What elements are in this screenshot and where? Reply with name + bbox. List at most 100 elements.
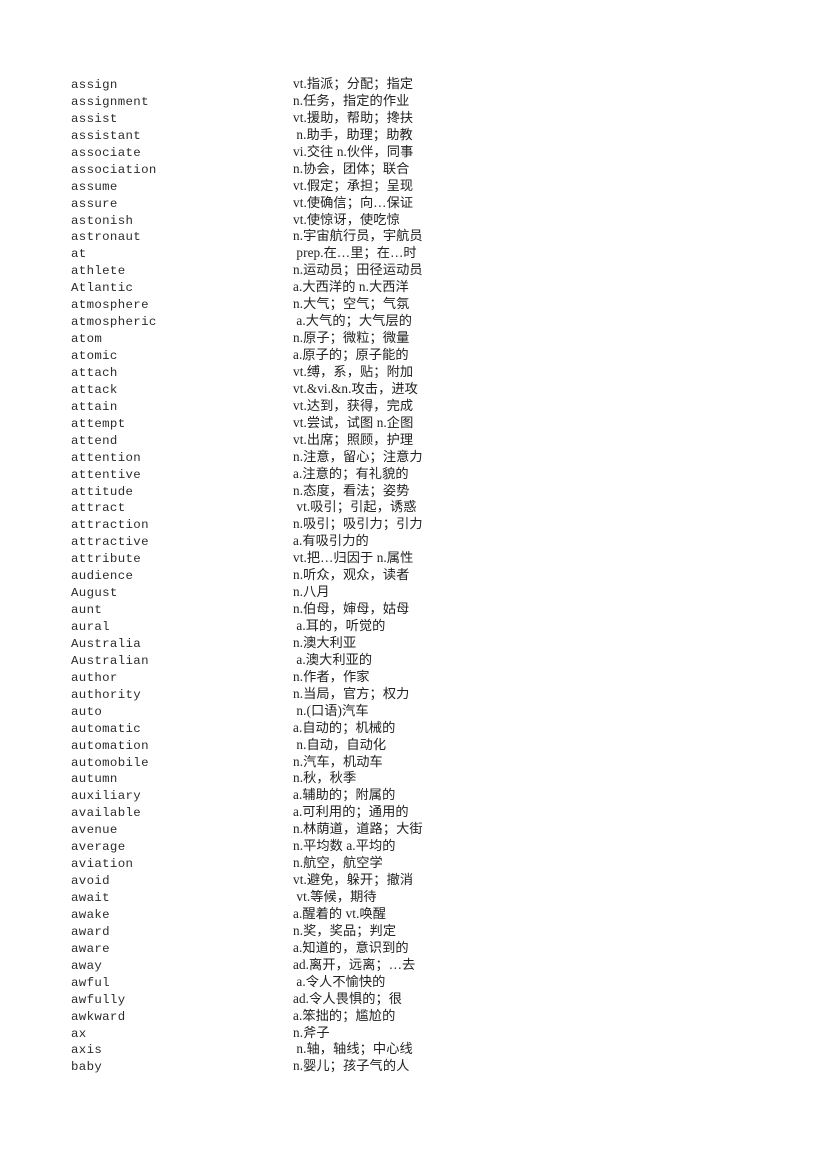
vocabulary-term: attain <box>71 399 118 414</box>
vocabulary-definition: n.轴，轴线；中心线 <box>293 1041 413 1057</box>
vocabulary-term: August <box>71 586 118 601</box>
vocabulary-entry-row: at prep.在…里；在…时 <box>71 245 491 262</box>
vocabulary-definition: a.可利用的；通用的 <box>293 804 409 820</box>
vocabulary-definition: vt.&vi.&n.攻击，进攻 <box>293 380 418 396</box>
vocabulary-entry-row: aviation n.航空，航空学 <box>71 855 491 872</box>
vocabulary-term: attract <box>71 501 126 516</box>
vocabulary-entry-row: baby n.婴儿；孩子气的人 <box>71 1058 491 1075</box>
vocabulary-term: atomic <box>71 349 118 363</box>
vocabulary-list: assign vt.指派；分配；指定 assignment n.任务，指定的作业 ass… <box>71 76 491 1075</box>
vocabulary-entry-row: atom n.原子；微粒；微量 <box>71 330 491 347</box>
vocabulary-entry-row: avoid vt.避免，躲开；撤消 <box>71 872 491 889</box>
vocabulary-entry-row: assume vt.假定；承担；呈现 <box>71 178 491 195</box>
vocabulary-definition: n.澳大利亚 <box>293 634 357 650</box>
vocabulary-term: athlete <box>71 264 126 279</box>
vocabulary-definition: n.自动，自动化 <box>293 736 387 752</box>
vocabulary-definition: n.任务，指定的作业 <box>293 92 410 108</box>
vocabulary-term: auto <box>71 704 103 719</box>
vocabulary-term: astronaut <box>71 230 142 245</box>
vocabulary-definition: a.自动的；机械的 <box>293 719 396 735</box>
vocabulary-definition: a.大西洋的 n.大西洋 <box>293 279 409 295</box>
vocabulary-entry-row: automobile n.汽车，机动车 <box>71 754 491 771</box>
vocabulary-definition: n.(口语)汽车 <box>293 702 369 718</box>
vocabulary-term: assign <box>71 78 118 92</box>
vocabulary-entry-row: aunt n.伯母，婶母，姑母 <box>71 601 491 618</box>
vocabulary-definition: n.协会，团体；联合 <box>293 160 410 176</box>
vocabulary-term: aviation <box>71 857 134 872</box>
vocabulary-entry-row: associate vi.交往 n.伙伴，同事 <box>71 144 491 161</box>
vocabulary-term: attribute <box>71 552 142 567</box>
vocabulary-definition: n.伯母，婶母，姑母 <box>293 601 410 617</box>
vocabulary-term: avenue <box>71 823 118 838</box>
vocabulary-term: attack <box>71 382 118 397</box>
vocabulary-definition: vi.交往 n.伙伴，同事 <box>293 143 414 159</box>
vocabulary-term: attach <box>71 365 118 380</box>
vocabulary-definition: n.秋，秋季 <box>293 770 357 786</box>
vocabulary-definition: vt.尝试，试图 n.企图 <box>293 414 414 430</box>
vocabulary-definition: n.吸引；吸引力；引力 <box>293 516 423 532</box>
vocabulary-term: automatic <box>71 721 142 736</box>
vocabulary-definition: n.助手，助理；助教 <box>293 126 413 142</box>
vocabulary-term: awake <box>71 907 110 922</box>
vocabulary-entry-row: attention n.注意，留心；注意力 <box>71 449 491 466</box>
vocabulary-term: atmosphere <box>71 298 149 313</box>
vocabulary-definition: a.澳大利亚的 <box>293 651 373 667</box>
vocabulary-entry-row: atomic a.原子的；原子能的 <box>71 347 491 364</box>
vocabulary-term: aunt <box>71 603 103 618</box>
vocabulary-term: award <box>71 924 110 939</box>
vocabulary-term: baby <box>71 1060 103 1075</box>
vocabulary-entry-row: ax n.斧子 <box>71 1025 491 1042</box>
vocabulary-definition: vt.等候，期待 <box>293 889 377 904</box>
vocabulary-entry-row: authority n.当局，官方；权力 <box>71 686 491 703</box>
vocabulary-definition: vt.吸引；引起，诱惑 <box>293 499 417 515</box>
vocabulary-entry-row: astronaut n.宇宙航行员，宇航员 <box>71 228 491 245</box>
vocabulary-term: assure <box>71 196 118 211</box>
vocabulary-term: assignment <box>71 94 149 109</box>
vocabulary-entry-row: awkward a.笨拙的；尴尬的 <box>71 1008 491 1025</box>
vocabulary-definition: n.原子；微粒；微量 <box>293 330 410 346</box>
vocabulary-term: ax <box>71 1026 87 1041</box>
vocabulary-entry-row: Atlantic a.大西洋的 n.大西洋 <box>71 279 491 296</box>
vocabulary-term: authority <box>71 687 142 702</box>
vocabulary-definition: prep.在…里；在…时 <box>293 245 417 261</box>
vocabulary-definition: n.婴儿；孩子气的人 <box>293 1058 410 1074</box>
vocabulary-definition: ad.令人畏惧的；很 <box>293 990 403 1006</box>
vocabulary-definition: vt.使惊讶，使吃惊 <box>293 211 400 227</box>
vocabulary-definition: vt.缚，系，贴；附加 <box>293 363 414 379</box>
vocabulary-term: automobile <box>71 755 149 770</box>
vocabulary-entry-row: attractive a.有吸引力的 <box>71 533 491 550</box>
vocabulary-term: aural <box>71 620 110 634</box>
vocabulary-entry-row: available a.可利用的；通用的 <box>71 804 491 821</box>
vocabulary-definition: n.林荫道，道路；大街 <box>293 821 423 837</box>
vocabulary-definition: n.大气；空气；气氛 <box>293 296 410 312</box>
vocabulary-entry-row: attempt vt.尝试，试图 n.企图 <box>71 415 491 432</box>
vocabulary-definition: a.令人不愉快的 <box>293 973 386 989</box>
vocabulary-definition: vt.避免，躲开；撤消 <box>293 872 414 888</box>
vocabulary-term: awkward <box>71 1009 126 1024</box>
vocabulary-definition: n.注意，留心；注意力 <box>293 448 423 464</box>
vocabulary-definition: a.笨拙的；尴尬的 <box>293 1007 396 1023</box>
vocabulary-term: atom <box>71 332 103 347</box>
vocabulary-definition: a.知道的，意识到的 <box>293 939 409 955</box>
vocabulary-term: aware <box>71 941 110 956</box>
vocabulary-definition: a.辅助的；附属的 <box>293 787 396 803</box>
vocabulary-entry-row: assignment n.任务，指定的作业 <box>71 93 491 110</box>
vocabulary-term: away <box>71 958 103 973</box>
vocabulary-term: await <box>71 891 110 905</box>
vocabulary-entry-row: avenue n.林荫道，道路；大街 <box>71 821 491 838</box>
vocabulary-term: attentive <box>71 467 142 482</box>
vocabulary-term: at <box>71 247 87 262</box>
vocabulary-entry-row: attain vt.达到，获得，完成 <box>71 398 491 415</box>
vocabulary-term: Australian <box>71 653 149 668</box>
vocabulary-definition: n.八月 <box>293 584 330 600</box>
vocabulary-term: attitude <box>71 484 134 499</box>
vocabulary-definition: ad.离开，远离；…去 <box>293 956 416 972</box>
vocabulary-entry-row: automatic a.自动的；机械的 <box>71 720 491 737</box>
vocabulary-definition: n.斧子 <box>293 1024 330 1040</box>
vocabulary-entry-row: attribute vt.把…归因于 n.属性 <box>71 550 491 567</box>
vocabulary-entry-row: assure vt.使确信；向…保证 <box>71 195 491 212</box>
vocabulary-entry-row: awfully ad.令人畏惧的；很 <box>71 991 491 1008</box>
vocabulary-entry-row: assist vt.援助，帮助；搀扶 <box>71 110 491 127</box>
vocabulary-term: assume <box>71 179 118 194</box>
vocabulary-definition: n.航空，航空学 <box>293 855 383 871</box>
